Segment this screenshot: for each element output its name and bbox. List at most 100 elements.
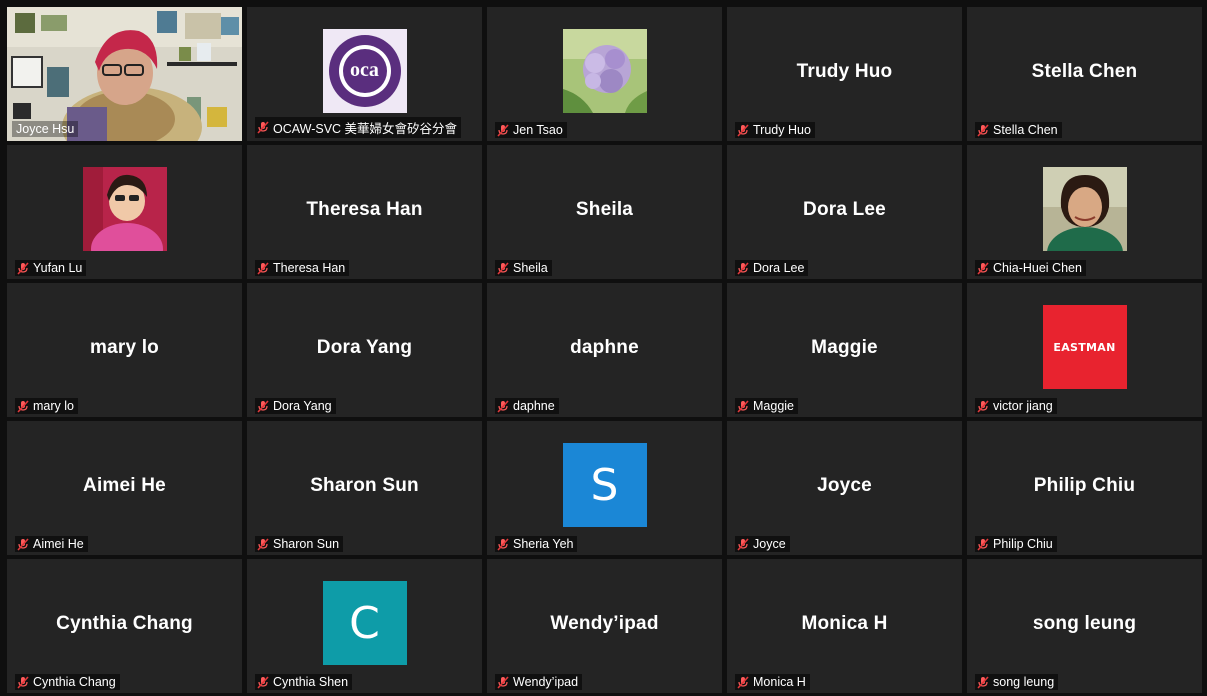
participant-display-name: mary lo [90,337,159,358]
participant-tile-sharon-sun[interactable]: Sharon Sun Sharon Sun [247,421,482,555]
participant-name-label: daphne [495,398,559,414]
participant-tile-dora-yang[interactable]: Dora Yang Dora Yang [247,283,482,417]
participant-name-label: Stella Chen [975,122,1062,138]
participant-tile-victor-jiang[interactable]: EASTMAN victor jiang [967,283,1202,417]
participant-tile-song-leung[interactable]: song leung song leung [967,559,1202,693]
participant-tile-chia-huei-chen[interactable]: Chia-Huei Chen [967,145,1202,279]
avatar-letter: S [590,459,619,511]
muted-microphone-icon [497,123,509,137]
participant-display-name: Monica H [801,613,888,634]
muted-microphone-icon [17,537,29,551]
participant-name-label: Wendy’ipad [495,674,583,690]
participant-display-name: Theresa Han [306,199,423,220]
muted-microphone-icon [737,123,749,137]
participant-tile-trudy-huo[interactable]: Trudy Huo Trudy Huo [727,7,962,141]
participant-name-label: Dora Yang [255,398,336,414]
muted-microphone-icon [497,399,509,413]
muted-microphone-icon [257,261,269,275]
participant-tile-joyce[interactable]: Joyce Joyce [727,421,962,555]
hydrangea-painting-image [562,29,647,113]
participant-tile-sheria-yeh[interactable]: S Sheria Yeh [487,421,722,555]
muted-microphone-icon [737,261,749,275]
participant-name-label: Monica H [735,674,810,690]
participant-tile-philip-chiu[interactable]: Philip Chiu Philip Chiu [967,421,1202,555]
muted-microphone-icon [257,675,269,689]
participant-tile-dora-lee[interactable]: Dora Lee Dora Lee [727,145,962,279]
participant-tile-cynthia-shen[interactable]: C Cynthia Shen [247,559,482,693]
participant-name-label: victor jiang [975,398,1057,414]
logo-text: oca [350,59,379,81]
participant-name-label: mary lo [15,398,78,414]
participant-tile-yufan-lu[interactable]: Yufan Lu [7,145,242,279]
participant-name-label: song leung [975,674,1059,690]
participant-name-label: Joyce [735,536,790,552]
participant-name-label: Theresa Han [255,260,350,276]
muted-microphone-icon [497,261,509,275]
gallery-grid: Joyce Hsu oca OCAW-SVC 美華婦女會矽谷分會 Jen Tsa… [7,7,1206,696]
participant-name-label: Trudy Huo [735,122,815,138]
participant-name-label: Jen Tsao [495,122,567,138]
participant-tile-monica-h[interactable]: Monica H Monica H [727,559,962,693]
participant-name-label: Sheila [495,260,552,276]
participant-name-label: Sheria Yeh [495,536,578,552]
profile-photo [1042,167,1127,251]
participant-name-label: Cynthia Shen [255,674,353,690]
participant-tile-theresa-han[interactable]: Theresa Han Theresa Han [247,145,482,279]
participant-tile-sheila[interactable]: Sheila Sheila [487,145,722,279]
participant-display-name: Stella Chen [1031,61,1138,82]
participant-display-name: Sheila [575,199,634,220]
muted-microphone-icon [737,675,749,689]
letter-avatar: S [562,443,647,527]
participant-display-name: Trudy Huo [796,61,893,82]
muted-microphone-icon [17,261,29,275]
participant-name-label: Joyce Hsu [12,121,79,137]
participant-name-label: Sharon Sun [255,536,344,552]
participant-tile-ocaw-svc[interactable]: oca OCAW-SVC 美華婦女會矽谷分會 [247,7,482,141]
organization-logo: oca [322,29,407,113]
profile-photo [82,167,167,251]
muted-microphone-icon [497,675,509,689]
muted-microphone-icon [737,399,749,413]
participant-name-label: Chia-Huei Chen [975,260,1086,276]
participant-tile-aimei-he[interactable]: Aimei He Aimei He [7,421,242,555]
muted-microphone-icon [257,399,269,413]
muted-microphone-icon [257,121,269,134]
participant-tile-daphne[interactable]: daphne daphne [487,283,722,417]
participant-display-name: Maggie [811,337,878,358]
participant-display-name: Philip Chiu [1033,475,1136,496]
muted-microphone-icon [977,261,989,275]
participant-name-label: Yufan Lu [15,260,87,276]
muted-microphone-icon [977,675,989,689]
participant-display-name: song leung [1032,613,1137,634]
muted-microphone-icon [977,123,989,137]
muted-microphone-icon [17,399,29,413]
muted-microphone-icon [257,537,269,551]
muted-microphone-icon [497,537,509,551]
muted-microphone-icon [977,399,989,413]
participant-tile-cynthia-chang[interactable]: Cynthia Chang Cynthia Chang [7,559,242,693]
muted-microphone-icon [737,537,749,551]
muted-microphone-icon [977,537,989,551]
participant-tile-joyce-hsu[interactable]: Joyce Hsu [7,7,242,141]
participant-display-name: Wendy’ipad [550,613,659,634]
participant-display-name: Joyce [817,475,872,496]
participant-name-label: Dora Lee [735,260,809,276]
avatar-letter: C [349,597,380,649]
participant-name-label: Maggie [735,398,798,414]
participant-tile-stella-chen[interactable]: Stella Chen Stella Chen [967,7,1202,141]
letter-avatar: C [322,581,407,665]
participant-display-name: Dora Lee [803,199,886,220]
eastman-logo: EASTMAN [1042,305,1127,389]
participant-display-name: Aimei He [83,475,166,496]
participant-display-name: Cynthia Chang [56,613,193,634]
participant-name-label: Cynthia Chang [15,674,120,690]
participant-tile-wendy-ipad[interactable]: Wendy’ipad Wendy’ipad [487,559,722,693]
participant-name-label: Philip Chiu [975,536,1057,552]
participant-tile-jen-tsao[interactable]: Jen Tsao [487,7,722,141]
muted-microphone-icon [17,675,29,689]
participant-display-name: Dora Yang [316,337,413,358]
participant-display-name: Sharon Sun [310,475,419,496]
participant-tile-mary-lo[interactable]: mary lo mary lo [7,283,242,417]
participant-tile-maggie[interactable]: Maggie Maggie [727,283,962,417]
participant-display-name: daphne [570,337,639,358]
